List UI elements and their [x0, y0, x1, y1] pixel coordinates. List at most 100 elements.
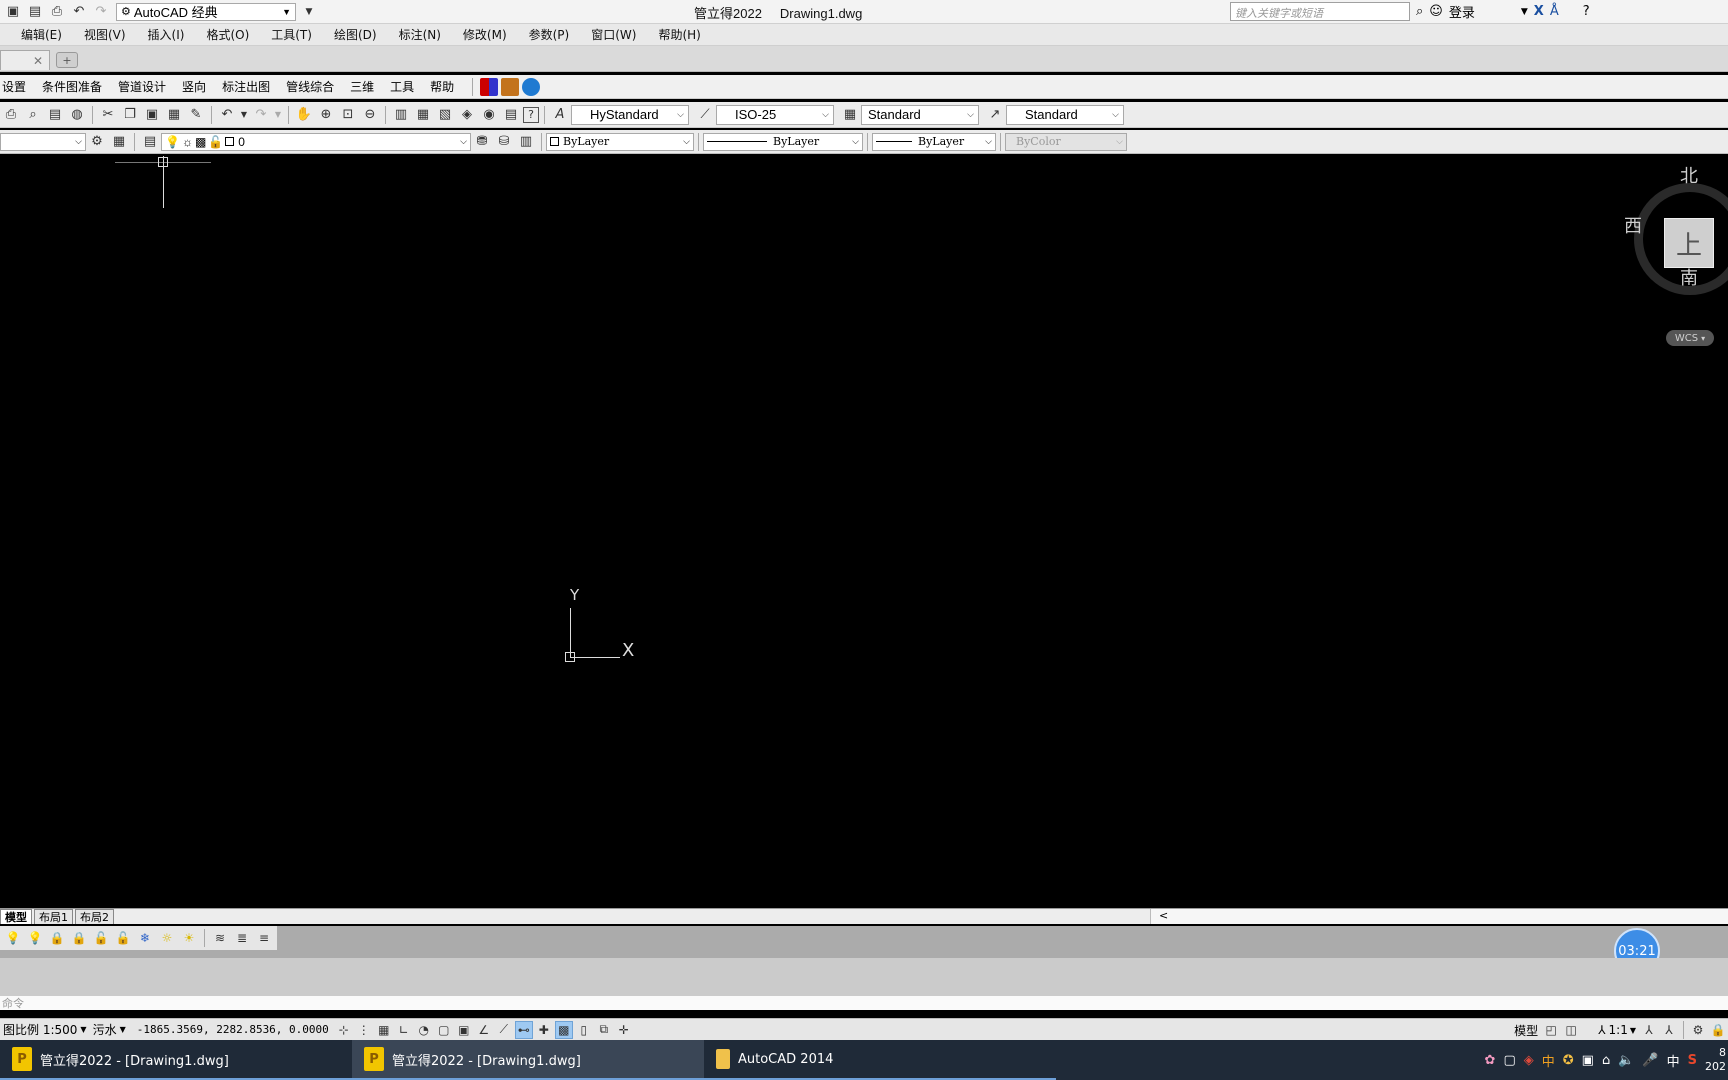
undo-icon[interactable]: ↶ — [70, 3, 88, 21]
rabbit-icon[interactable]: ✪ — [1563, 1053, 1574, 1068]
print-icon[interactable]: ▤ — [45, 105, 65, 125]
tab-layout1[interactable]: 布局1 — [34, 909, 73, 924]
publish-icon[interactable]: ◍ — [67, 105, 87, 125]
plugin-menu-help[interactable]: 帮助 — [422, 78, 462, 95]
drawing-canvas[interactable]: Y X 上 北 西 南 WCS ▾ — [0, 156, 1728, 908]
redo-icon[interactable]: ↷ — [92, 3, 110, 21]
annotation-monitor-icon[interactable]: ✛ — [615, 1021, 633, 1039]
bulb-off-icon[interactable]: 💡 — [3, 928, 23, 948]
coordinates-readout[interactable]: -1865.3569, 2282.8536, 0.0000 — [137, 1023, 329, 1036]
text-style-icon[interactable]: A — [550, 105, 570, 125]
taskbar-item-guanlide-1[interactable]: P 管立得2022 - [Drawing1.dwg] — [0, 1040, 352, 1080]
multileader-style-icon[interactable]: ↗ — [985, 105, 1005, 125]
volume-icon[interactable]: 🔈 — [1618, 1053, 1634, 1068]
plugin-menu-3d[interactable]: 三维 — [342, 78, 382, 95]
search-input[interactable]: 键入关键字或短语 — [1230, 2, 1410, 21]
table-style-icon[interactable]: ▦ — [840, 105, 860, 125]
chevron-down-icon[interactable]: ▼ — [239, 105, 249, 125]
properties-icon[interactable]: ▥ — [391, 105, 411, 125]
infer-constraints-icon[interactable]: ⊹ — [335, 1021, 353, 1039]
thaw-icon[interactable]: ☼ — [157, 928, 177, 948]
command-input[interactable]: 命令 — [0, 996, 1728, 1010]
workspace-switching-icon[interactable]: ⚙ — [1689, 1021, 1707, 1039]
ortho-icon[interactable]: ∟ — [395, 1021, 413, 1039]
annotation-scale[interactable]: ⅄ 1:1 ▼ — [1595, 1023, 1639, 1037]
tab-layout2[interactable]: 布局2 — [75, 909, 114, 924]
menu-insert[interactable]: 插入(I) — [137, 26, 196, 43]
zoom-window-icon[interactable]: ⊡ — [338, 105, 358, 125]
book-icon[interactable] — [480, 77, 499, 96]
compass-south[interactable]: 南 — [1680, 264, 1698, 290]
help-icon[interactable]: ? — [1583, 4, 1590, 19]
dim-style-select[interactable]: ISO-25 ⌵ — [716, 104, 834, 125]
dim-style-icon[interactable]: ⟋ — [695, 105, 715, 125]
flower-icon[interactable]: ✿ — [1485, 1053, 1496, 1068]
horizontal-scrollbar[interactable]: < — [1150, 909, 1728, 924]
print-icon[interactable]: ⎙ — [48, 3, 66, 21]
zoom-preview-icon[interactable]: ⌕ — [23, 105, 43, 125]
unlock-all-icon[interactable]: 🔓 — [113, 928, 133, 948]
ime-mode-icon[interactable]: 中 — [1542, 1051, 1555, 1070]
plugin-menu-annotation[interactable]: 标注出图 — [214, 78, 278, 95]
zoom-previous-icon[interactable]: ⊖ — [360, 105, 380, 125]
chevron-down-icon[interactable]: ▼ — [273, 105, 283, 125]
ime-label[interactable]: 中 — [1667, 1051, 1680, 1070]
ducs-icon[interactable]: ⟋ — [495, 1021, 513, 1039]
binoculars-icon[interactable]: ⌕ — [1416, 4, 1423, 19]
tab-model[interactable]: 模型 — [0, 909, 32, 924]
menu-parametric[interactable]: 参数(P) — [518, 26, 581, 43]
tray-app-icon[interactable]: ▣ — [1582, 1053, 1594, 1068]
scroll-left-icon[interactable]: < — [1159, 909, 1168, 922]
window-icon[interactable]: ▢ — [1503, 1053, 1515, 1068]
menu-help[interactable]: 帮助(H) — [647, 26, 711, 43]
match-properties-icon[interactable]: ▦ — [164, 105, 184, 125]
shield-icon[interactable]: ◈ — [1524, 1053, 1534, 1068]
exchange-icon[interactable]: X — [1534, 4, 1544, 19]
tool-palettes-icon[interactable]: ▧ — [435, 105, 455, 125]
plugin-menu-conditions[interactable]: 条件图准备 — [34, 78, 110, 95]
menu-draw[interactable]: 绘图(D) — [323, 26, 388, 43]
taskbar-item-autocad[interactable]: AutoCAD 2014 — [704, 1040, 1056, 1080]
plugin-menu-settings[interactable]: 设置 — [0, 78, 34, 95]
layer-merge-icon[interactable]: ≋ — [210, 928, 230, 948]
wcs-menu-button[interactable]: WCS ▾ — [1666, 330, 1714, 346]
menu-edit[interactable]: 编辑(E) — [10, 26, 73, 43]
menu-modify[interactable]: 修改(M) — [452, 26, 518, 43]
save-as-icon[interactable]: ▤ — [26, 3, 44, 21]
workspace-select[interactable]: ⚙ AutoCAD 经典 ▼ — [116, 2, 296, 21]
otrack-icon[interactable]: ∠ — [475, 1021, 493, 1039]
cut-icon[interactable]: ✂ — [98, 105, 118, 125]
sheet-set-icon[interactable]: ◈ — [457, 105, 477, 125]
save-icon[interactable]: ▣ — [4, 3, 22, 21]
layer-walk-icon[interactable]: ≡ — [254, 928, 274, 948]
selection-cycling-icon[interactable]: ⧉ — [595, 1021, 613, 1039]
make-current-icon[interactable]: ⛃ — [472, 132, 492, 152]
lineweight-select[interactable]: ByLayer ⌵ — [872, 132, 996, 151]
multileader-style-select[interactable]: Standard ⌵ — [1006, 104, 1124, 125]
quick-access-more-icon[interactable]: ▼ — [300, 3, 318, 21]
lineweight-icon[interactable]: ✚ — [535, 1021, 553, 1039]
lock-icon[interactable]: 🔒 — [47, 928, 67, 948]
close-icon[interactable]: ✕ — [33, 54, 43, 68]
text-style-select[interactable]: HyStandard ⌵ — [571, 104, 689, 125]
document-tab[interactable]: ✕ — [0, 50, 50, 70]
snap-mode-icon[interactable]: ⋮ — [355, 1021, 373, 1039]
chevron-down-icon[interactable]: ▼ — [1521, 7, 1528, 17]
login-link[interactable]: 登录 — [1449, 2, 1475, 21]
color-select[interactable]: ByLayer ⌵ — [546, 132, 694, 151]
auto-scale-icon[interactable]: ⅄ — [1660, 1021, 1678, 1039]
copy-icon[interactable]: ❐ — [120, 105, 140, 125]
design-center-icon[interactable]: ▦ — [413, 105, 433, 125]
users-icon[interactable] — [522, 77, 541, 96]
layer-properties-icon[interactable]: ▤ — [140, 132, 160, 152]
quick-properties-icon[interactable]: ▯ — [575, 1021, 593, 1039]
zoom-realtime-icon[interactable]: ⊕ — [316, 105, 336, 125]
compass-north[interactable]: 北 — [1680, 162, 1698, 188]
network-icon[interactable]: ⌂ — [1602, 1053, 1610, 1068]
model-space-label[interactable]: 模型 — [1511, 1022, 1541, 1039]
freeze-icon[interactable]: ❄ — [135, 928, 155, 948]
unlock-icon[interactable]: 🔓 — [91, 928, 111, 948]
user-icon[interactable]: ☺ — [1429, 4, 1443, 19]
menu-window[interactable]: 窗口(W) — [580, 26, 647, 43]
layer-manager-icon[interactable]: ▦ — [109, 132, 129, 152]
